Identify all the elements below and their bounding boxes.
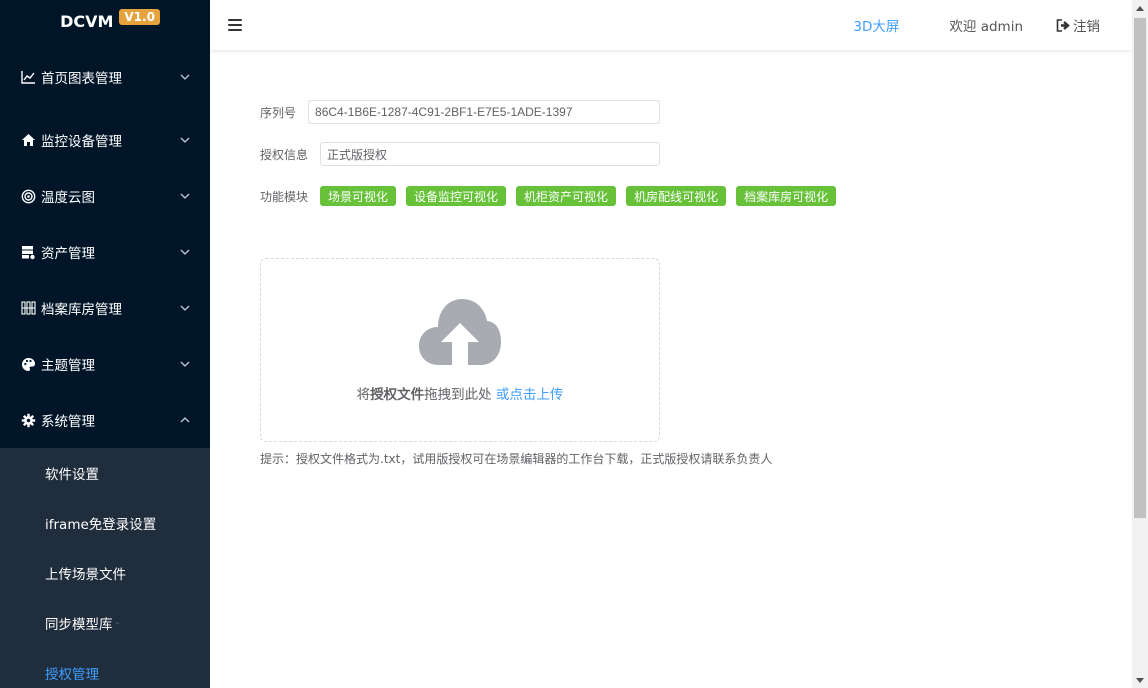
- sidebar-item-temperature-cloud[interactable]: 温度云图: [0, 168, 210, 224]
- home-icon: [20, 132, 36, 148]
- license-upload-dropzone[interactable]: 将授权文件拖拽到此处 或点击上传: [260, 258, 660, 442]
- serial-value: 86C4-1B6E-1287-4C91-2BF1-E7E5-1ADE-1397: [315, 105, 573, 119]
- serial-input[interactable]: 86C4-1B6E-1287-4C91-2BF1-E7E5-1ADE-1397: [308, 100, 661, 124]
- sidebar-item-label: 主题管理: [41, 358, 95, 374]
- shelves-icon: [20, 300, 36, 316]
- palette-icon: [20, 356, 36, 372]
- radar-icon: [20, 188, 36, 204]
- sidebar: DCVM V1.0 首页图表管理 监控设备管理 温度云图 资产管理 档案库房管理…: [0, 0, 210, 688]
- sidebar-subitem-sync-models[interactable]: 同步模型库 -: [0, 598, 210, 648]
- chevron-down-icon: [180, 72, 190, 82]
- brand: DCVM V1.0: [0, 0, 210, 42]
- upload-text-bold: 授权文件: [370, 387, 425, 403]
- sidebar-item-label: 温度云图: [41, 190, 95, 206]
- sidebar-subitem-upload-scene[interactable]: 上传场景文件: [0, 548, 210, 598]
- cloud-upload-icon: [419, 299, 501, 365]
- sidebar-subitem-label: 上传场景文件: [45, 567, 126, 583]
- welcome-text: 欢迎 admin: [949, 19, 1023, 35]
- sidebar-item-monitor-devices[interactable]: 监控设备管理: [0, 112, 210, 168]
- scroll-up-arrow-icon[interactable]: [1132, 0, 1148, 16]
- module-tag: 场景可视化: [320, 186, 397, 206]
- server-gear-icon: [20, 244, 36, 260]
- upload-tip: 提示：授权文件格式为.txt，试用版授权可在场景编辑器的工作台下载，正式版授权请…: [260, 452, 773, 466]
- chevron-up-icon: [180, 415, 190, 425]
- serial-row: 序列号 86C4-1B6E-1287-4C91-2BF1-E7E5-1ADE-1…: [260, 100, 661, 124]
- sidebar-subitem-label: 同步模型库: [45, 617, 113, 633]
- scrollbar-thumb[interactable]: [1134, 18, 1146, 518]
- chevron-down-icon: [180, 247, 190, 257]
- modules-row: 功能模块 场景可视化 设备监控可视化 机柜资产可视化 机房配线可视化 档案库房可…: [260, 186, 846, 206]
- sidebar-item-label: 档案库房管理: [41, 302, 122, 318]
- sidebar-item-system[interactable]: 系统管理: [0, 392, 210, 448]
- module-tag: 机柜资产可视化: [516, 186, 617, 206]
- logout-icon: [1056, 18, 1070, 32]
- sidebar-subitem-suffix: -: [115, 617, 120, 629]
- click-upload-link[interactable]: 或点击上传: [496, 387, 564, 403]
- sidebar-subitem-license[interactable]: 授权管理: [0, 648, 210, 688]
- gear-icon: [20, 412, 36, 428]
- upload-text-prefix: 将: [356, 387, 371, 403]
- sidebar-item-home-charts[interactable]: 首页图表管理: [0, 42, 210, 112]
- sidebar-item-label: 资产管理: [41, 246, 95, 262]
- license-row: 授权信息 正式版授权: [260, 142, 661, 166]
- sidebar-subitem-label: iframe免登录设置: [45, 517, 157, 533]
- module-tag: 档案库房可视化: [736, 186, 837, 206]
- main-content: 序列号 86C4-1B6E-1287-4C91-2BF1-E7E5-1ADE-1…: [210, 50, 1132, 688]
- 3d-screen-link[interactable]: 3D大屏: [853, 15, 899, 35]
- sidebar-item-label: 系统管理: [41, 414, 95, 430]
- sidebar-item-archive-rooms[interactable]: 档案库房管理: [0, 280, 210, 336]
- module-tag: 机房配线可视化: [626, 186, 727, 206]
- license-input[interactable]: 正式版授权: [320, 142, 661, 166]
- sidebar-subitem-iframe-login[interactable]: iframe免登录设置: [0, 498, 210, 548]
- sidebar-item-label: 首页图表管理: [41, 71, 122, 87]
- chart-line-icon: [20, 69, 36, 85]
- sidebar-subitem-label: 软件设置: [45, 467, 99, 483]
- sidebar-item-assets[interactable]: 资产管理: [0, 224, 210, 280]
- brand-name: DCVM: [60, 11, 114, 31]
- hamburger-menu-icon[interactable]: [228, 19, 242, 31]
- module-tag: 设备监控可视化: [406, 186, 507, 206]
- modules-label: 功能模块: [260, 189, 309, 204]
- system-submenu: 软件设置 iframe免登录设置 上传场景文件 同步模型库 - 授权管理: [0, 448, 210, 688]
- scroll-down-arrow-icon[interactable]: [1132, 672, 1148, 688]
- logout-button[interactable]: 注销: [1056, 15, 1100, 35]
- sidebar-subitem-label: 授权管理: [45, 667, 99, 683]
- sidebar-item-label: 监控设备管理: [41, 134, 122, 150]
- header-actions: 3D大屏 欢迎 admin 注销: [853, 0, 1132, 50]
- upload-hint: 将授权文件拖拽到此处 或点击上传: [261, 383, 659, 403]
- top-header: 3D大屏 欢迎 admin 注销: [210, 0, 1132, 50]
- module-tags: 场景可视化 设备监控可视化 机柜资产可视化 机房配线可视化 档案库房可视化: [320, 186, 846, 206]
- upload-text-suffix: 拖拽到此处: [424, 387, 492, 403]
- logout-label: 注销: [1073, 19, 1100, 35]
- chevron-down-icon: [180, 191, 190, 201]
- chevron-down-icon: [180, 135, 190, 145]
- serial-label: 序列号: [260, 105, 297, 120]
- sidebar-subitem-software-settings[interactable]: 软件设置: [0, 448, 210, 498]
- vertical-scrollbar[interactable]: [1132, 0, 1148, 688]
- license-value: 正式版授权: [327, 147, 388, 162]
- chevron-down-icon: [180, 359, 190, 369]
- sidebar-item-themes[interactable]: 主题管理: [0, 336, 210, 392]
- license-label: 授权信息: [260, 147, 309, 162]
- version-badge: V1.0: [119, 9, 160, 25]
- chevron-down-icon: [180, 303, 190, 313]
